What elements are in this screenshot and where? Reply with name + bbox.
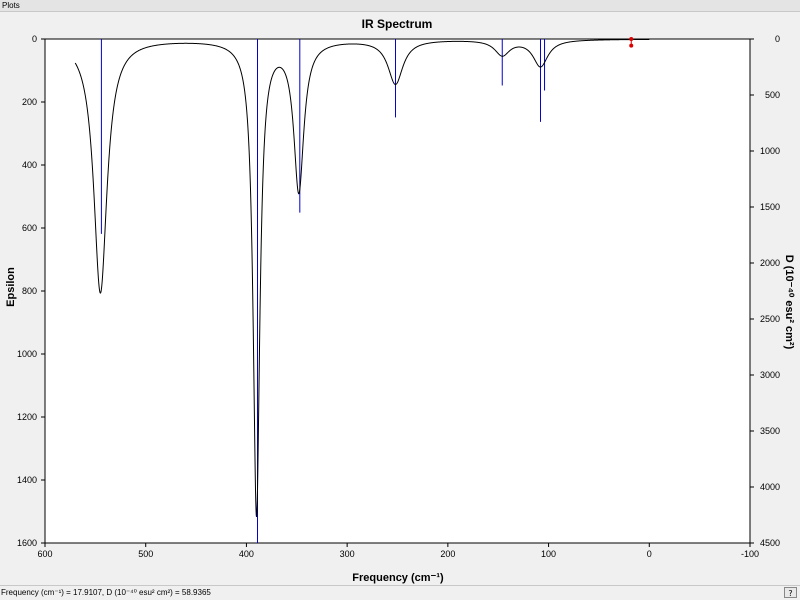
- y-tick-label: 1200: [17, 412, 37, 422]
- y-tick-label: 600: [22, 223, 37, 233]
- x-axis: 600 500 400 300 200 100 0 -100: [37, 543, 759, 559]
- cursor-handle-bottom[interactable]: [629, 43, 634, 48]
- y2-tick-label: 1000: [760, 146, 780, 156]
- x-tick-label: 500: [138, 549, 153, 559]
- status-readout: Frequency (cm⁻¹) = 17.9107, D (10⁻⁴⁰ esu…: [1, 588, 211, 597]
- x-axis-label: Frequency (cm⁻¹): [352, 572, 444, 584]
- y-axis-label: Epsilon: [5, 267, 17, 307]
- y2-tick-label: 500: [765, 90, 780, 100]
- y2-tick-label: 2000: [760, 258, 780, 268]
- y-tick-label: 200: [22, 97, 37, 107]
- chart-title: IR Spectrum: [362, 17, 433, 31]
- ir-spectrum-chart[interactable]: IR Spectrum 600 500 400 300 200 100 0 -100 0200…: [0, 12, 800, 585]
- y-tick-label: 800: [22, 286, 37, 296]
- y-tick-label: 400: [22, 160, 37, 170]
- x-tick-label: 0: [647, 549, 652, 559]
- status-bar: Frequency (cm⁻¹) = 17.9107, D (10⁻⁴⁰ esu…: [0, 585, 800, 600]
- plot-area[interactable]: IR Spectrum 600 500 400 300 200 100 0 -100 0 200…: [0, 12, 800, 585]
- y-tick-label: 1400: [17, 475, 37, 485]
- y2-tick-label: 3500: [760, 426, 780, 436]
- y2-tick-label: 4000: [760, 482, 780, 492]
- window-titlebar: Plots: [0, 0, 800, 12]
- y2-tick-label: 4500: [760, 538, 780, 548]
- window-title: Plots: [2, 1, 20, 10]
- x-tick-label: 100: [541, 549, 556, 559]
- y-tick-label: 1600: [17, 538, 37, 548]
- x-tick-label: 600: [37, 549, 52, 559]
- y-tick-label: 1000: [17, 349, 37, 359]
- y2-tick-label: 1500: [760, 202, 780, 212]
- cursor-handle-top[interactable]: [629, 37, 634, 41]
- x-tick-label: 200: [440, 549, 455, 559]
- x-tick-label: 400: [239, 549, 254, 559]
- plot-frame: [44, 38, 751, 544]
- x-tick-label: 300: [340, 549, 355, 559]
- y2-tick-label: 3000: [760, 370, 780, 380]
- x-tick-label: -100: [741, 549, 759, 559]
- y-axis-left: 0 200 400 600 800 1000 1200 1400 1600: [17, 34, 45, 548]
- y2-axis-label: D (10⁻⁴⁰ esu² cm²): [783, 255, 795, 350]
- help-button[interactable]: ?: [784, 587, 797, 598]
- y2-tick-label: 0: [775, 34, 780, 44]
- y-tick-label: 0: [32, 34, 37, 44]
- y2-tick-label: 2500: [760, 314, 780, 324]
- y-axis-right: 0 500 1000 1500 2000 2500 3000 3500 4000 4500: [750, 34, 780, 548]
